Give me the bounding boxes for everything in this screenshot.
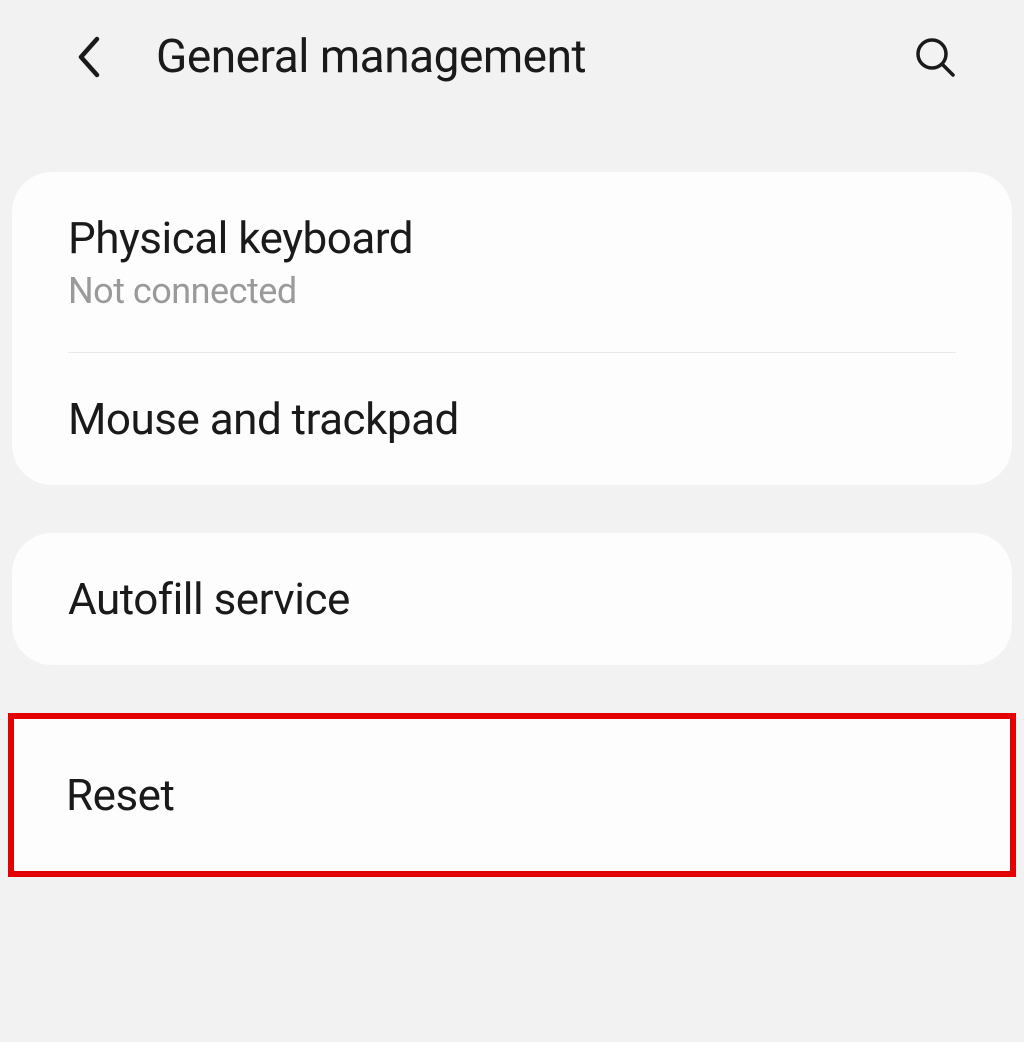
item-title: Reset (66, 769, 958, 821)
search-icon (913, 35, 957, 79)
header: General management (0, 0, 1024, 114)
mouse-trackpad-item[interactable]: Mouse and trackpad (12, 353, 1012, 485)
page-title: General management (156, 30, 911, 84)
settings-group-reset-highlighted: Reset (8, 713, 1016, 877)
autofill-service-item[interactable]: Autofill service (12, 533, 1012, 665)
settings-group-autofill: Autofill service (12, 533, 1012, 665)
item-title: Mouse and trackpad (68, 393, 956, 445)
settings-group-keyboard: Physical keyboard Not connected Mouse an… (12, 172, 1012, 485)
chevron-left-icon (75, 35, 101, 79)
physical-keyboard-item[interactable]: Physical keyboard Not connected (12, 172, 1012, 352)
item-title: Autofill service (68, 573, 956, 625)
item-subtitle: Not connected (68, 270, 956, 312)
back-button[interactable] (70, 39, 106, 75)
search-button[interactable] (911, 33, 959, 81)
reset-item[interactable]: Reset (14, 719, 1010, 871)
item-title: Physical keyboard (68, 212, 956, 264)
